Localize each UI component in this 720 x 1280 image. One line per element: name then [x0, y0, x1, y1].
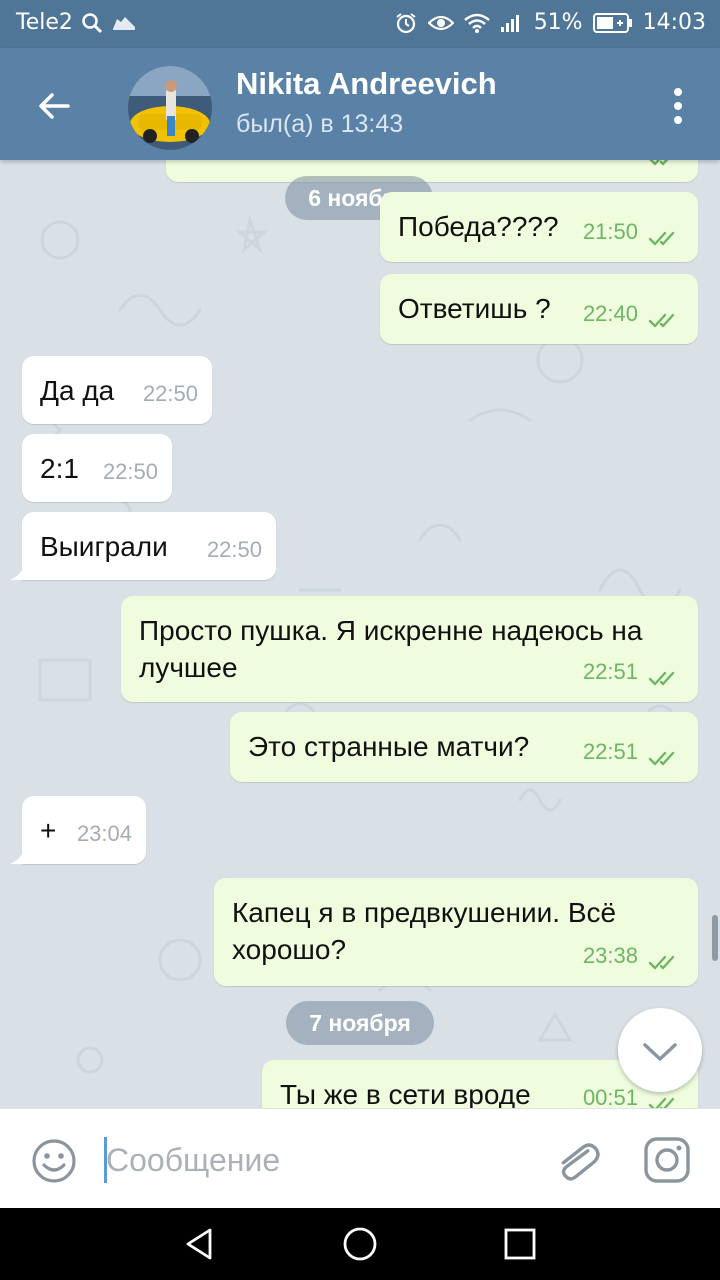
read-ticks-icon	[649, 160, 669, 166]
message-text: 2:1	[40, 453, 79, 484]
scroll-to-bottom-button[interactable]	[618, 1008, 702, 1092]
emoji-button[interactable]	[30, 1137, 78, 1185]
arrow-left-icon	[39, 93, 70, 119]
read-ticks-icon	[648, 671, 675, 686]
outgoing-message[interactable]: Капец я в предвкушении. Всё хорошо? 23:3…	[214, 878, 698, 986]
message-list[interactable]: 20:37 6 ноября Победа???? 21:50 Ответишь…	[0, 160, 720, 1108]
chevron-down-icon	[643, 1043, 677, 1061]
message-text: +	[40, 815, 57, 846]
incoming-message[interactable]: 2:1 22:50	[22, 434, 172, 502]
message-text: Да да	[40, 375, 115, 406]
message-input[interactable]	[106, 1137, 526, 1183]
wifi-icon	[463, 13, 490, 33]
outgoing-message[interactable]: Победа???? 21:50	[380, 192, 698, 262]
message-text: Просто пушка. Я искренне надеюсь на лучш…	[139, 615, 643, 683]
incoming-message[interactable]: Выиграли 22:50	[22, 512, 276, 580]
message-time: 22:51	[582, 739, 638, 764]
incoming-message[interactable]: + 23:04	[22, 796, 146, 864]
message-text: Капец я в предвкушении. Всё хорошо?	[232, 897, 617, 965]
message-time: 23:38	[582, 943, 638, 968]
clock: 14:03	[642, 10, 706, 35]
carrier-label: Tele2	[16, 10, 73, 35]
alarm-icon	[394, 11, 418, 35]
battery-icon	[592, 12, 633, 34]
outgoing-message[interactable]: Просто пушка. Я искренне надеюсь на лучш…	[121, 596, 698, 702]
message-composer	[0, 1108, 720, 1209]
battery-percent: 51%	[533, 10, 583, 35]
message-time: 22:51	[582, 659, 638, 684]
contact-name[interactable]: Nikita Andreevich	[236, 66, 497, 102]
nav-home-icon[interactable]	[342, 1226, 378, 1262]
last-seen-status: был(а) в 13:43	[236, 110, 404, 138]
system-nav-bar	[0, 1208, 720, 1280]
outgoing-message[interactable]: Это странные матчи? 22:51	[230, 712, 698, 782]
read-ticks-icon	[648, 313, 675, 328]
outgoing-message-partial[interactable]: 20:37	[166, 160, 698, 182]
contact-avatar[interactable]	[128, 66, 212, 150]
message-time: 20:37	[583, 160, 638, 170]
bubble-tail	[10, 850, 24, 864]
outgoing-message[interactable]: Ответишь ? 22:40	[380, 274, 698, 344]
status-bar: Tele2 51% 14:03	[0, 0, 720, 48]
shoe-icon	[111, 13, 137, 33]
scroll-handle[interactable]	[712, 915, 718, 961]
more-menu-button[interactable]	[672, 86, 684, 126]
message-time: 22:50	[142, 381, 198, 406]
incoming-message[interactable]: Да да 22:50	[22, 356, 212, 424]
message-text: Победа????	[398, 211, 559, 242]
message-text: Ответишь ?	[398, 293, 551, 324]
message-text: Это странные матчи?	[248, 731, 530, 762]
back-button[interactable]	[34, 86, 74, 126]
message-time: 23:04	[76, 821, 132, 846]
smiley-icon	[32, 1139, 76, 1183]
eye-icon	[427, 13, 454, 33]
nav-recents-icon[interactable]	[502, 1226, 538, 1262]
read-ticks-icon	[648, 751, 675, 766]
message-text: Выиграли	[40, 531, 168, 562]
message-text: Ты же в сети вроде	[280, 1079, 531, 1108]
camera-button[interactable]	[642, 1135, 692, 1185]
instagram-camera-icon	[644, 1137, 690, 1183]
search-icon	[81, 12, 103, 34]
attach-button[interactable]	[552, 1135, 600, 1185]
read-ticks-icon	[648, 1097, 675, 1108]
message-time: 22:50	[206, 537, 262, 562]
message-time: 22:50	[102, 459, 158, 484]
bubble-tail	[10, 566, 24, 580]
message-time: 21:50	[582, 219, 638, 244]
more-vertical-icon	[674, 88, 682, 124]
message-time: 22:40	[582, 301, 638, 326]
signal-icon	[500, 13, 524, 33]
read-ticks-icon	[648, 231, 675, 246]
chat-header: Nikita Andreevich был(а) в 13:43	[0, 48, 720, 160]
read-ticks-icon	[648, 955, 675, 970]
date-separator: 7 ноября	[286, 1001, 434, 1045]
paperclip-icon	[561, 1143, 600, 1181]
nav-back-icon[interactable]	[182, 1226, 218, 1262]
